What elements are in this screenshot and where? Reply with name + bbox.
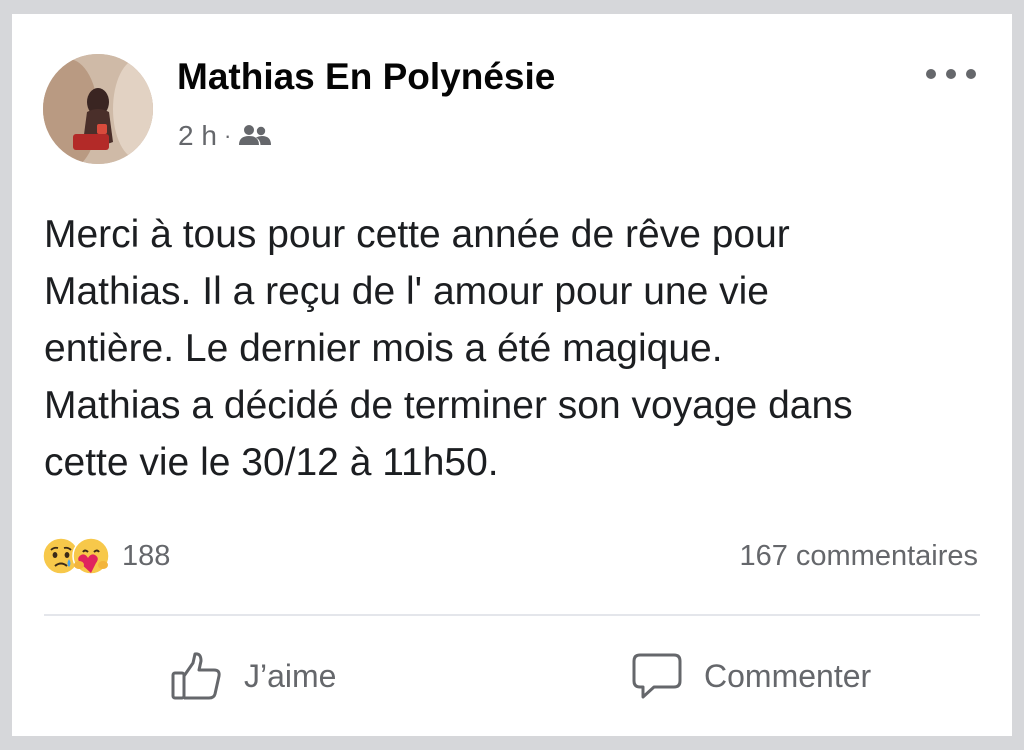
care-reaction-icon xyxy=(72,537,110,575)
reactions-summary[interactable]: 188 xyxy=(42,534,170,578)
post-author[interactable]: Mathias En Polynésie xyxy=(177,56,555,98)
reaction-count: 188 xyxy=(122,539,171,572)
comment-button[interactable]: Commenter xyxy=(630,646,871,706)
post-text: Merci à tous pour cette année de rêve po… xyxy=(44,206,984,491)
like-button[interactable]: J’aime xyxy=(170,646,336,706)
divider xyxy=(44,614,980,616)
comment-bubble-icon xyxy=(630,649,684,703)
friends-icon[interactable] xyxy=(238,123,272,149)
comment-label: Commenter xyxy=(704,657,872,694)
more-options-icon[interactable] xyxy=(926,62,976,86)
comments-count[interactable]: 167 commentaires xyxy=(739,534,978,578)
post-text-line: Merci à tous pour cette année de rêve po… xyxy=(44,213,790,256)
post-text-line: Mathias a décidé de terminer son voyage … xyxy=(44,384,853,427)
meta-separator: · xyxy=(223,123,232,148)
post-text-line: Mathias. Il a reçu de l' amour pour une … xyxy=(44,270,769,313)
post-time[interactable]: 2 h xyxy=(178,120,217,152)
post-card: Mathias En Polynésie 2 h · Merci à tous … xyxy=(0,14,1024,736)
avatar[interactable] xyxy=(43,54,153,164)
post-text-line: entière. Le dernier mois a été magique. xyxy=(44,327,723,370)
thumbs-up-icon xyxy=(170,649,224,703)
like-label: J’aime xyxy=(244,657,337,694)
post-text-line: cette vie le 30/12 à 11h50. xyxy=(44,441,499,484)
post-meta: 2 h · xyxy=(178,118,272,154)
